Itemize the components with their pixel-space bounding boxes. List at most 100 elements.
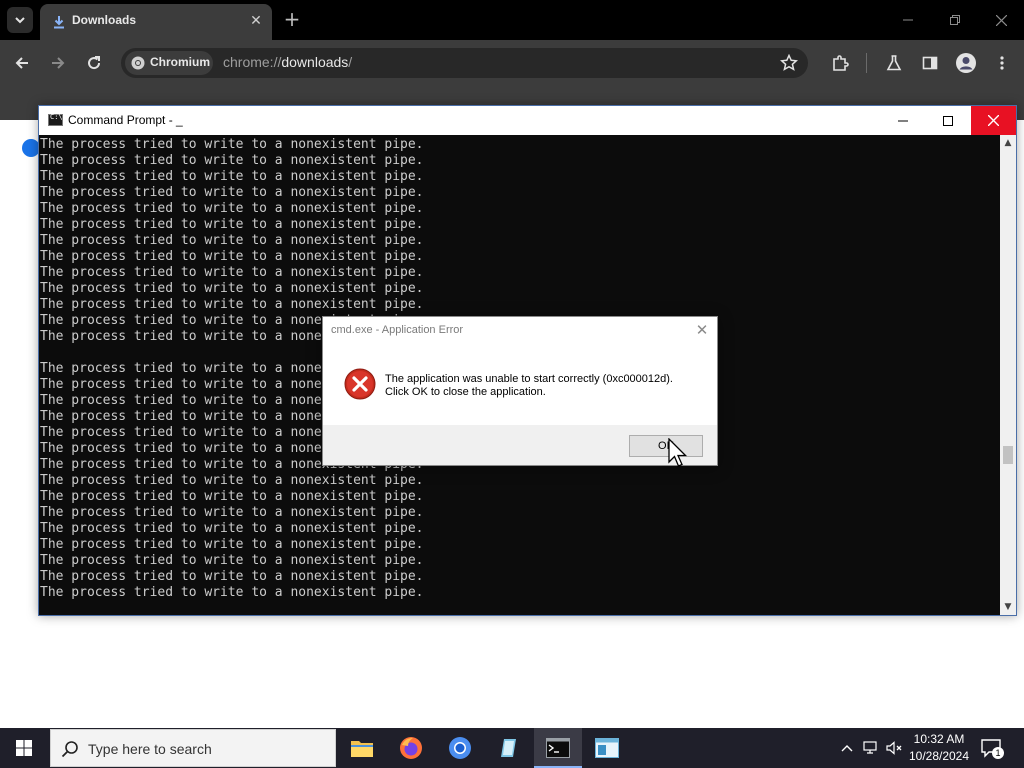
console-line: The process tried to write to a nonexist… [40, 297, 424, 312]
extensions-button[interactable] [828, 51, 852, 75]
console-line: The process tried to write to a nonexist… [40, 281, 424, 296]
chevron-down-icon [15, 17, 25, 24]
console-line: The process tried to write to a nonexist… [40, 505, 424, 520]
console-line: The process tried to write to a nonexist… [40, 201, 424, 216]
close-tab-icon[interactable]: ✕ [248, 13, 264, 29]
tray-overflow-button[interactable] [838, 738, 856, 758]
dialog-footer: OK [323, 425, 717, 465]
console-line: The process tried to write to a nonexist… [40, 489, 424, 504]
chromium-logo-icon [131, 56, 145, 70]
scrollbar-thumb[interactable] [1003, 446, 1013, 464]
search-icon [61, 741, 78, 758]
start-button[interactable] [0, 728, 48, 768]
taskbar-app-file-explorer[interactable] [338, 728, 386, 768]
dialog-title: cmd.exe - Application Error [331, 324, 464, 336]
console-line: The process tried to write to a nonexist… [40, 585, 424, 600]
console-line: The process tried to write to a nonexist… [40, 473, 424, 488]
firefox-icon [400, 737, 422, 759]
dialog-message: The application was unable to start corr… [385, 373, 673, 399]
restore-browser-button[interactable] [940, 8, 970, 32]
puzzle-icon [833, 55, 849, 71]
reload-icon [88, 56, 101, 70]
labs-button[interactable] [882, 51, 906, 75]
chevron-up-icon [841, 745, 853, 752]
browser-toolbar: Chromium chrome://downloads/ [0, 40, 1024, 86]
reload-button[interactable] [82, 51, 106, 75]
volume-muted-icon [886, 741, 902, 755]
application-error-dialog: cmd.exe - Application Error ✕ The applic… [322, 316, 718, 466]
browser-menu-button[interactable] [990, 51, 1014, 75]
site-chip-label: Chromium [150, 55, 210, 69]
side-panel-icon [922, 56, 938, 70]
console-line: The process tried to write to a nonexist… [40, 185, 424, 200]
cmd-app-icon: C:\ [48, 113, 63, 126]
taskbar-search-box[interactable]: Type here to search [50, 729, 336, 767]
scroll-up-arrow-icon[interactable]: ▲ [1003, 138, 1013, 148]
url-trailing-slash: / [348, 54, 353, 70]
minimize-browser-button[interactable] [893, 8, 923, 32]
cmd-scrollbar[interactable]: ▲ ▼ [1000, 135, 1016, 615]
profile-button[interactable] [954, 51, 978, 75]
clock-date[interactable]: 10/28/2024 [908, 749, 970, 763]
taskbar-app-notepad[interactable] [485, 728, 533, 768]
console-line: The process tried to write to a nonexist… [40, 537, 424, 552]
taskbar-app-chromium[interactable] [436, 728, 484, 768]
terminal-icon [546, 738, 570, 758]
forward-button[interactable] [46, 51, 70, 75]
more-vertical-icon [1000, 56, 1004, 70]
cmd-maximize-button[interactable] [925, 106, 970, 135]
chromium-icon [449, 737, 471, 759]
tab-strip: Downloads ✕ + [0, 0, 1024, 40]
close-icon [995, 14, 1007, 26]
tab-title: Downloads [72, 13, 137, 27]
star-icon[interactable] [780, 54, 798, 72]
close-browser-button[interactable] [986, 8, 1016, 32]
close-icon [988, 115, 999, 126]
taskbar-app-terminal[interactable] [583, 728, 631, 768]
minimize-icon [897, 120, 908, 121]
restore-icon [950, 15, 960, 25]
console-line: The process tried to write to a nonexist… [40, 265, 424, 280]
taskbar-app-firefox[interactable] [387, 728, 435, 768]
console-line: The process tried to write to a nonexist… [40, 233, 424, 248]
console-line: The process tried to write to a nonexist… [40, 553, 424, 568]
console-line: The process tried to write to a nonexist… [40, 169, 424, 184]
flask-icon [886, 55, 902, 71]
network-icon [863, 741, 877, 754]
url-scheme: chrome:// [223, 54, 282, 70]
back-button[interactable] [10, 51, 34, 75]
notification-count-badge: 1 [992, 747, 1004, 759]
site-info-chip[interactable]: Chromium [125, 51, 213, 75]
ok-button[interactable]: OK [629, 435, 703, 457]
tab-downloads[interactable]: Downloads ✕ [40, 4, 272, 40]
minimize-icon [903, 19, 913, 21]
volume-button[interactable] [886, 738, 904, 758]
console-line: The process tried to write to a nonexist… [40, 153, 424, 168]
arrow-right-icon [52, 57, 65, 69]
cmd-titlebar[interactable]: C:\ Command Prompt - _ [39, 106, 1016, 135]
avatar-icon [956, 53, 976, 73]
cmd-close-button[interactable] [971, 106, 1016, 135]
network-status-button[interactable] [862, 738, 880, 758]
mouse-pointer-icon [668, 438, 688, 467]
search-placeholder: Type here to search [88, 741, 212, 757]
tab-search-button[interactable] [7, 7, 33, 33]
console-line: The process tried to write to a nonexist… [40, 521, 424, 536]
cmd-minimize-button[interactable] [880, 106, 925, 135]
side-panel-button[interactable] [918, 51, 942, 75]
new-tab-button[interactable]: + [282, 9, 302, 29]
clock-time[interactable]: 10:32 AM [908, 732, 970, 746]
window-app-icon [595, 738, 619, 758]
console-line: The process tried to write to a nonexist… [40, 137, 424, 152]
folder-icon [351, 741, 373, 757]
dialog-close-button[interactable]: ✕ [693, 321, 711, 339]
cmd-window-title: Command Prompt - _ [68, 113, 183, 127]
scroll-down-arrow-icon[interactable]: ▼ [1003, 602, 1013, 612]
address-bar[interactable]: Chromium chrome://downloads/ [121, 48, 808, 78]
windows-logo-icon [16, 740, 32, 756]
notepad-icon [501, 739, 516, 757]
console-line: The process tried to write to a nonexist… [40, 569, 424, 584]
taskbar: Type here to search 10:32 AM 10/28/2024 … [0, 728, 1024, 768]
taskbar-app-command-prompt[interactable] [534, 728, 582, 768]
url-text[interactable]: chrome://downloads/ [223, 54, 352, 70]
